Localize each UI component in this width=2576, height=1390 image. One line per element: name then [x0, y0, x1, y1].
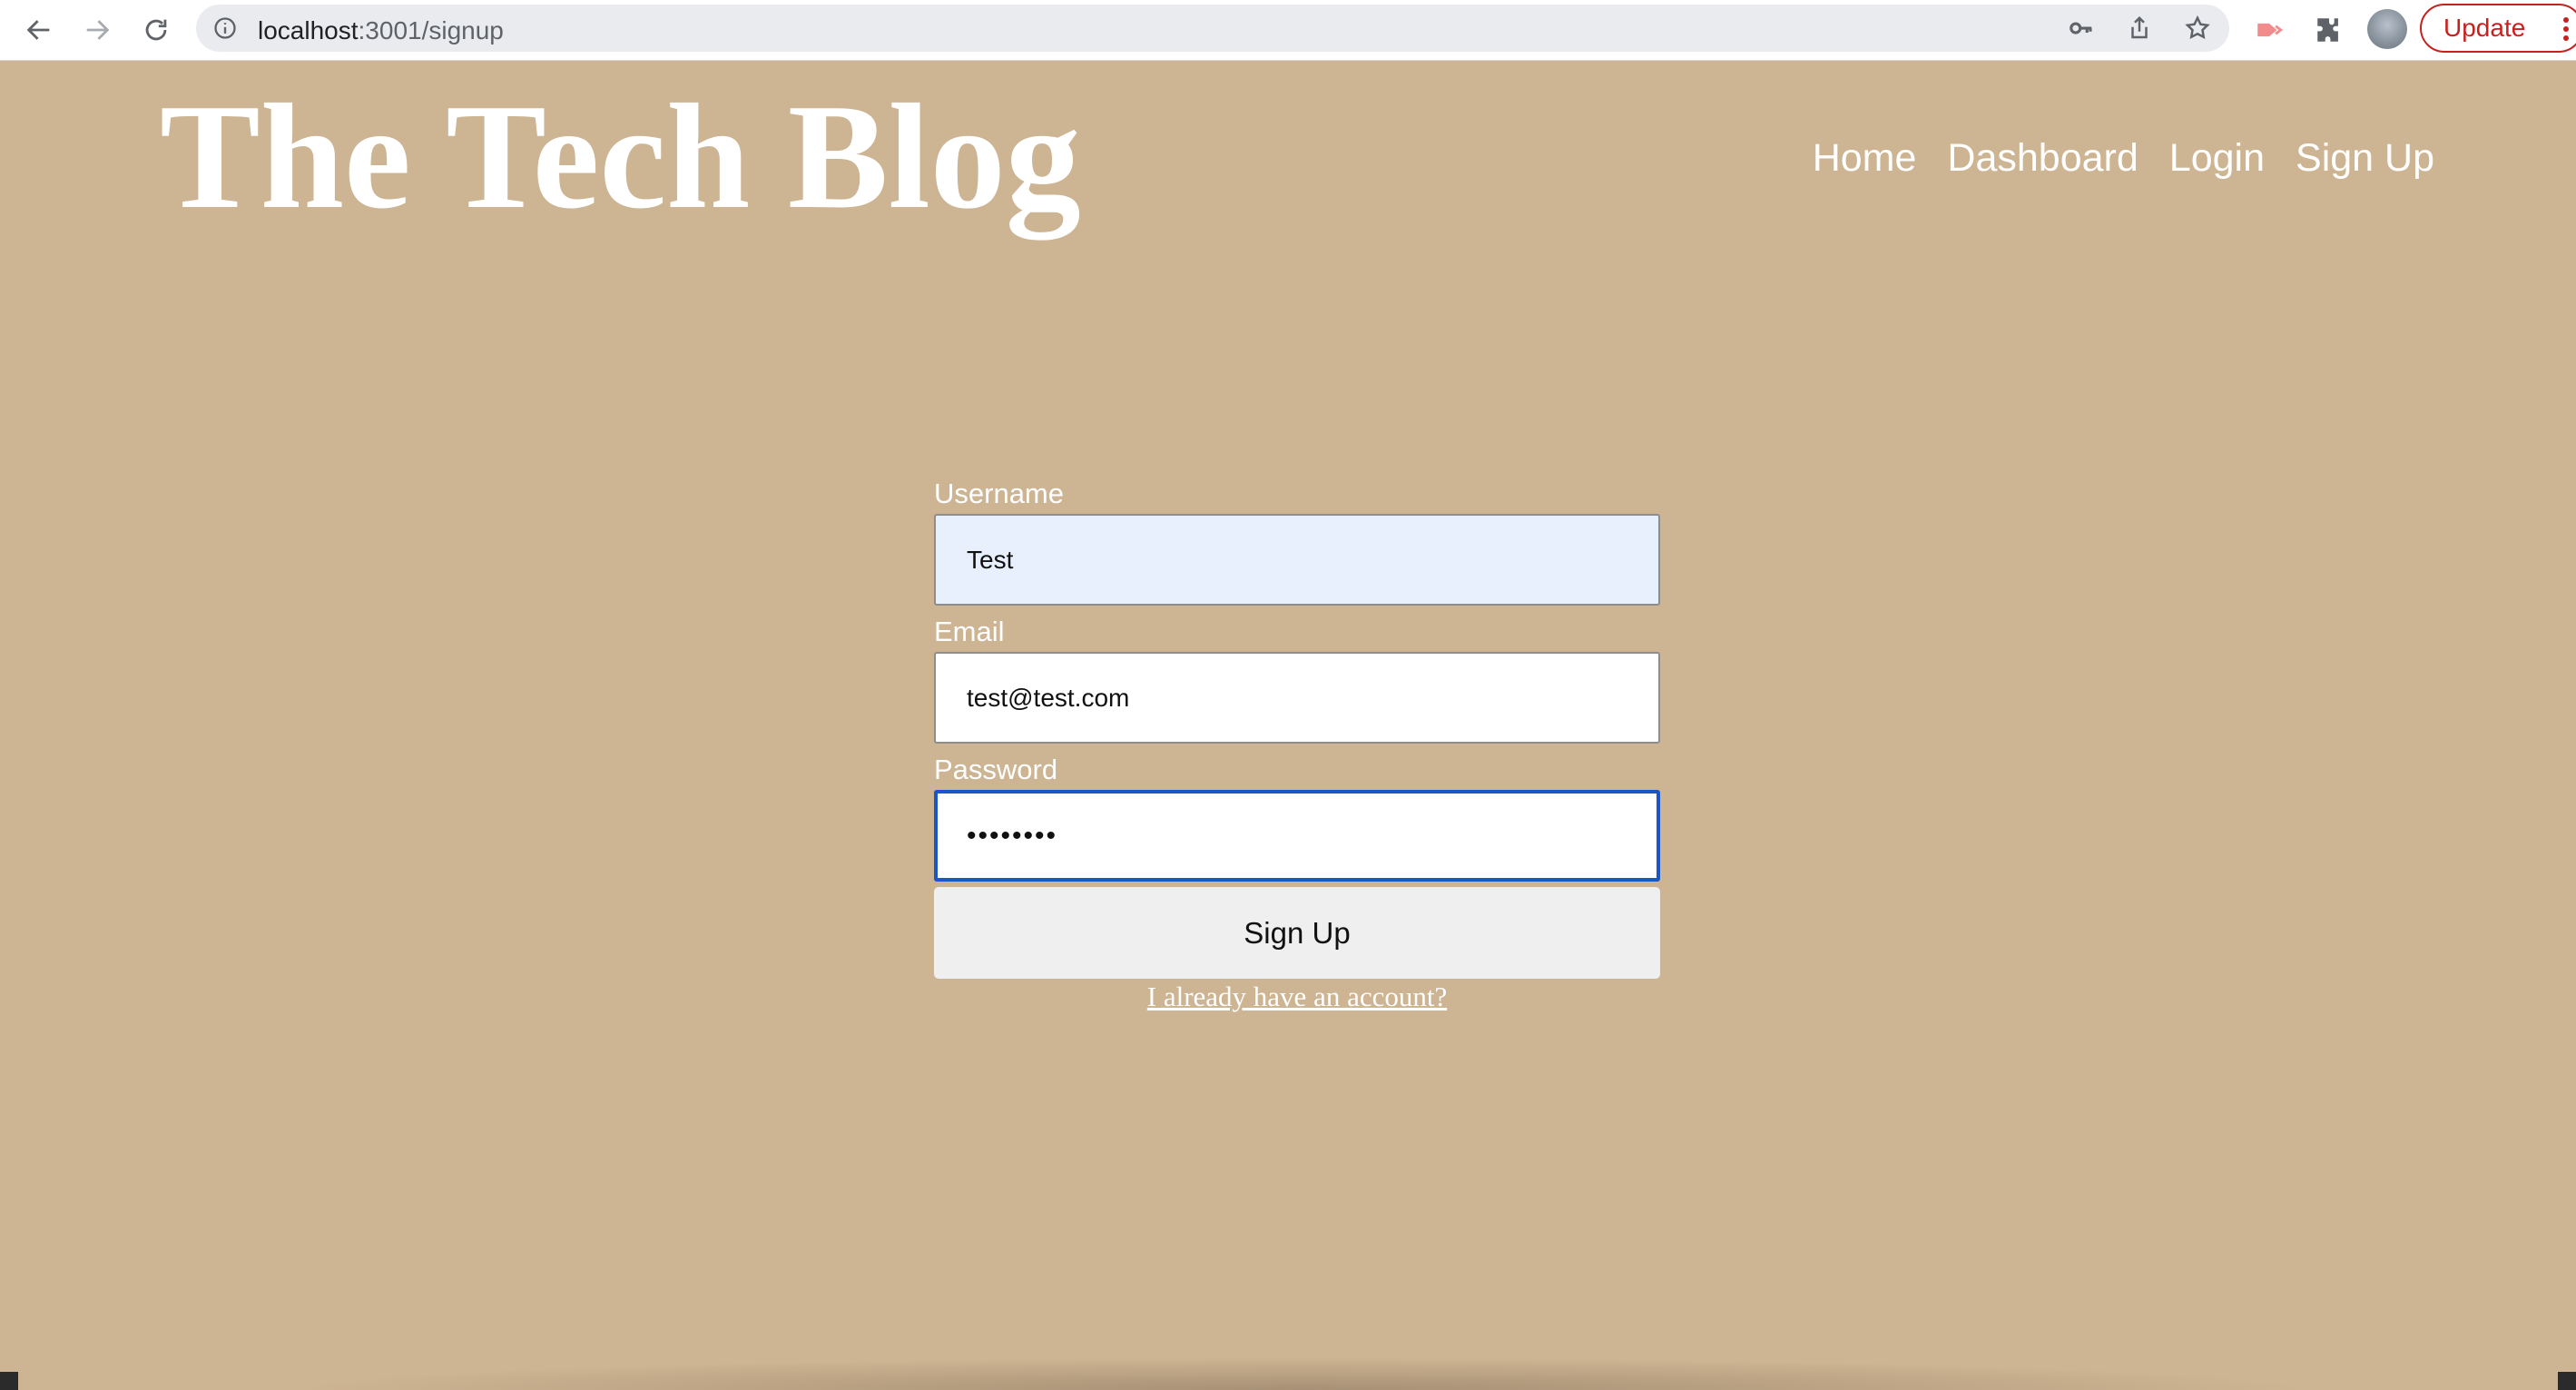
site-title: The Tech Blog: [160, 73, 1081, 240]
signup-form: Username Email Password Sign Up I alread…: [934, 474, 1660, 1013]
page-content: The Tech Blog Home Dashboard Login Sign …: [0, 61, 2576, 1390]
main-nav: Home Dashboard Login Sign Up: [1813, 136, 2434, 181]
share-icon[interactable]: [2126, 15, 2153, 42]
reload-button[interactable]: [133, 7, 179, 53]
update-button[interactable]: Update: [2420, 4, 2576, 53]
username-label: Username: [934, 478, 1064, 509]
email-input[interactable]: [934, 652, 1660, 744]
nav-login[interactable]: Login: [2169, 136, 2265, 181]
forward-button[interactable]: [74, 7, 120, 53]
nav-home[interactable]: Home: [1813, 136, 1917, 181]
username-input[interactable]: [934, 514, 1660, 606]
window-corner: [0, 1372, 18, 1390]
nav-dashboard[interactable]: Dashboard: [1947, 136, 2138, 181]
arrow-right-icon: [86, 20, 110, 40]
email-label: Email: [934, 616, 1005, 647]
more-vert-icon: [2563, 17, 2569, 41]
puzzle-icon[interactable]: [2311, 12, 2347, 48]
nav-signup[interactable]: Sign Up: [2296, 136, 2434, 181]
url-text: localhost:3001/signup: [258, 16, 504, 44]
window-corner: [2558, 1372, 2576, 1390]
browser-toolbar: localhost:3001/signup Update: [0, 0, 2576, 61]
password-label: Password: [934, 754, 1058, 785]
address-bar[interactable]: localhost:3001/signup: [196, 5, 2229, 52]
back-button[interactable]: [16, 7, 62, 53]
footer-shadow: [290, 1357, 2315, 1390]
key-icon[interactable]: [2068, 15, 2095, 42]
reload-icon: [145, 19, 167, 41]
update-label: Update: [2443, 14, 2526, 42]
extension-red-icon[interactable]: [2251, 12, 2287, 48]
login-link[interactable]: I already have an account?: [934, 981, 1660, 1013]
arrow-left-icon: [26, 20, 50, 40]
signup-button[interactable]: Sign Up: [934, 887, 1660, 979]
password-input[interactable]: [934, 790, 1660, 882]
info-icon[interactable]: [212, 15, 238, 41]
star-icon[interactable]: [2184, 15, 2211, 42]
profile-avatar[interactable]: [2367, 9, 2407, 49]
